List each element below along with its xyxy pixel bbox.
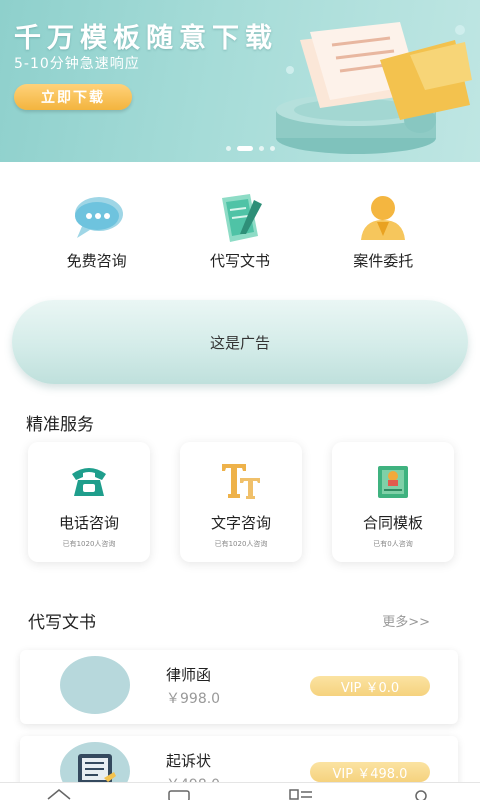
promo-banner[interactable]: 千万模板随意下载 5-10分钟急速响应 立即下载 <box>0 0 480 162</box>
service-text-consult[interactable]: 文字咨询 已有1020人咨询 <box>180 442 302 562</box>
carousel-dot-active[interactable] <box>236 146 253 151</box>
download-now-button[interactable]: 立即下载 <box>14 84 132 110</box>
vip-price-button[interactable]: VIP ￥498.0 <box>310 762 430 782</box>
main-content: 免费咨询 代写文书 案件委托 这是广告 精准服务 电话咨询 已有1020人咨询 … <box>0 162 480 800</box>
contract-icon <box>378 466 408 498</box>
service-contract-template[interactable]: 合同模板 已有0人咨询 <box>332 442 454 562</box>
quick-label: 代写文书 <box>209 252 270 270</box>
document-price: ￥998.0 <box>166 691 221 707</box>
carousel-dot[interactable] <box>225 146 231 151</box>
document-title: 律师函 <box>166 666 212 684</box>
document-card-lawyer-letter[interactable]: 律师函 ￥998.0 VIP ￥0.0 <box>20 650 458 724</box>
chat-bubble-icon <box>74 197 123 238</box>
carousel-dot[interactable] <box>258 146 264 151</box>
bottom-navigation <box>0 782 480 800</box>
service-count: 已有1020人咨询 <box>62 540 116 548</box>
service-phone-consult[interactable]: 电话咨询 已有1020人咨询 <box>28 442 150 562</box>
document-writing-title: 代写文书 <box>28 613 96 633</box>
banner-title: 千万模板随意下载 <box>14 23 278 54</box>
person-icon <box>361 196 406 240</box>
banner-subtitle: 5-10分钟急速响应 <box>14 56 140 72</box>
telephone-icon <box>72 468 106 496</box>
user-icon[interactable] <box>408 787 434 800</box>
precision-services-title: 精准服务 <box>26 415 94 435</box>
quick-actions: 免费咨询 代写文书 案件委托 <box>0 192 480 271</box>
document-thumbnail <box>60 656 130 714</box>
document-title: 起诉状 <box>166 752 212 770</box>
advertisement-banner[interactable]: 这是广告 <box>12 300 468 384</box>
text-icon <box>222 464 260 499</box>
inbox-icon[interactable] <box>166 787 192 800</box>
quick-document-writing[interactable]: 代写文书 <box>185 192 295 271</box>
home-icon[interactable] <box>46 787 72 800</box>
service-cards: 电话咨询 已有1020人咨询 文字咨询 已有1020人咨询 合同模板 已有0人咨… <box>28 442 454 562</box>
more-link[interactable]: 更多>> <box>382 611 430 630</box>
quick-free-consult[interactable]: 免费咨询 <box>42 192 152 271</box>
documents-illustration <box>276 22 472 154</box>
quick-label: 免费咨询 <box>66 252 127 270</box>
service-label: 电话咨询 <box>58 514 119 532</box>
service-count: 已有0人咨询 <box>373 540 413 548</box>
quick-case-commission[interactable]: 案件委托 <box>328 192 438 271</box>
quick-label: 案件委托 <box>353 252 414 270</box>
carousel-dot[interactable] <box>269 146 275 151</box>
service-label: 合同模板 <box>362 514 423 532</box>
vip-price-button[interactable]: VIP ￥0.0 <box>310 676 430 696</box>
document-pen-icon <box>221 194 262 242</box>
service-label: 文字咨询 <box>210 514 271 532</box>
service-count: 已有1020人咨询 <box>214 540 268 548</box>
carousel-indicator[interactable] <box>0 146 480 151</box>
list-icon[interactable] <box>288 787 314 800</box>
